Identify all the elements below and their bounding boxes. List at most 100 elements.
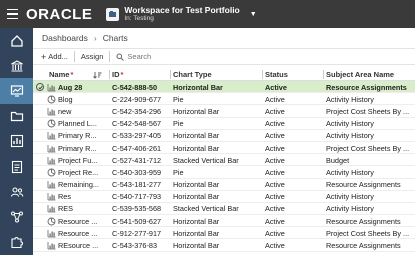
bar-chart-icon: [47, 180, 56, 189]
table-row[interactable]: Project Fu... C-527-431-712 Stacked Vertic…: [33, 154, 415, 167]
column-header-chart-type[interactable]: Chart Type: [173, 68, 212, 81]
table-row[interactable]: Planned L... C-542-548-567 Pie Active Activi…: [33, 118, 415, 130]
cell-name[interactable]: Blog: [47, 93, 109, 105]
cell-chart-type: Stacked Vertical Bar: [173, 155, 239, 165]
cell-name[interactable]: Primary R...: [47, 130, 109, 142]
users-icon[interactable]: [0, 179, 33, 204]
cell-name[interactable]: RES: [47, 203, 109, 215]
column-header-status[interactable]: Status: [265, 68, 288, 81]
table-body: Aug 28 C-542-888-50 Horizontal Bar Active Re…: [33, 81, 415, 252]
table-row[interactable]: Resource ... C-912-277-917 Horizontal Bar A…: [33, 227, 415, 240]
row-check-area[interactable]: [33, 166, 47, 178]
cell-name[interactable]: Remaining...: [47, 179, 109, 191]
breadcrumb: Dashboards › Charts: [33, 28, 415, 48]
column-header-subject-area[interactable]: Subject Area Name: [326, 68, 394, 81]
cell-subject-area: Project Cost Sheets By ...: [326, 106, 410, 116]
table-row[interactable]: Res C-540-717-793 Horizontal Bar Active Acti…: [33, 191, 415, 203]
table-row[interactable]: Resource ... C-541-509-627 Horizontal Bar A…: [33, 215, 415, 228]
row-check-area[interactable]: [33, 227, 47, 239]
cell-name-text: new: [58, 106, 72, 116]
table-row[interactable]: Aug 28 C-542-888-50 Horizontal Bar Active Re…: [33, 81, 415, 94]
cell-name[interactable]: REsource ...: [47, 239, 109, 251]
toolbar-divider: [109, 51, 111, 62]
cell-chart-type: Horizontal Bar: [173, 216, 220, 226]
row-check-area[interactable]: [33, 118, 47, 130]
breadcrumb-dashboards[interactable]: Dashboards: [42, 33, 88, 43]
table-row[interactable]: new C-542-354-296 Horizontal Bar Active Proj…: [33, 105, 415, 118]
cell-name[interactable]: Primary R...: [47, 142, 109, 154]
analytics-icon[interactable]: [0, 129, 33, 154]
table-row[interactable]: Primary R... C-547-406-261 Horizontal Bar A…: [33, 142, 415, 155]
cell-chart-type: Horizontal Bar: [173, 143, 220, 153]
row-check-area[interactable]: [33, 179, 47, 191]
row-check-area[interactable]: [33, 203, 47, 215]
row-check-area[interactable]: [33, 105, 47, 117]
cell-subject-area: Resource Assignments: [326, 216, 401, 226]
puzzle-icon[interactable]: [0, 230, 33, 255]
table-row[interactable]: REsource ... C-543-376-83 Horizontal Bar Ac…: [33, 239, 415, 252]
row-check-area[interactable]: [33, 154, 47, 166]
oracle-logo: ORACLE: [26, 5, 93, 23]
bank-icon[interactable]: [0, 53, 33, 78]
table-row[interactable]: Project Re... C-540-303-959 Pie Active Activ…: [33, 166, 415, 179]
bar-chart-icon: [47, 83, 56, 92]
cell-name[interactable]: Resource ...: [47, 227, 109, 239]
cell-name[interactable]: new: [47, 105, 109, 117]
cell-name[interactable]: Aug 28: [47, 81, 109, 93]
cell-id: C-540-717-793: [112, 192, 162, 202]
row-check-area[interactable]: [33, 142, 47, 154]
home-icon[interactable]: [0, 28, 33, 53]
cell-id: C-533-297-405: [112, 131, 162, 141]
cell-chart-type: Horizontal Bar: [173, 192, 220, 202]
table-row[interactable]: Primary R... C-533-297-405 Horizontal Bar A…: [33, 130, 415, 142]
column-header-name[interactable]: Name *: [49, 68, 73, 81]
cell-status: Active: [265, 143, 285, 153]
cell-subject-area: Resource Assignments: [326, 241, 401, 251]
cell-name[interactable]: Res: [47, 191, 109, 203]
cell-id: C-224-909-677: [112, 94, 162, 104]
bar-chart-icon: [47, 131, 56, 140]
row-check-area[interactable]: [33, 93, 47, 105]
table-row[interactable]: RES C-539-535-568 Stacked Vertical Bar Acti…: [33, 203, 415, 216]
column-divider[interactable]: [262, 70, 263, 79]
assign-button[interactable]: Assign: [77, 48, 108, 65]
cell-name[interactable]: Planned L...: [47, 118, 109, 130]
workspace-title: Workspace for Test Portfolio: [124, 4, 240, 15]
row-check-area[interactable]: [33, 239, 47, 251]
cell-name[interactable]: Project Fu...: [47, 154, 109, 166]
hamburger-menu-icon[interactable]: [0, 0, 24, 28]
row-check-area[interactable]: [33, 191, 47, 203]
cell-id: C-540-303-959: [112, 167, 162, 177]
cell-name[interactable]: Resource ...: [47, 215, 109, 227]
column-divider[interactable]: [170, 70, 171, 79]
add-label: Add...: [48, 52, 68, 61]
row-check-area[interactable]: [33, 215, 47, 227]
add-button[interactable]: + Add...: [37, 48, 72, 65]
folder-icon[interactable]: [0, 104, 33, 129]
left-navigation: [0, 28, 33, 255]
workspace-dropdown-icon[interactable]: ▼: [250, 11, 257, 18]
reports-icon[interactable]: [0, 154, 33, 179]
network-icon[interactable]: [0, 204, 33, 229]
bar-chart-icon: [47, 204, 56, 213]
column-divider[interactable]: [109, 70, 110, 79]
cell-name-text: Blog: [58, 94, 73, 104]
pie-chart-icon: [47, 95, 56, 104]
column-divider[interactable]: [323, 70, 324, 79]
row-check-icon[interactable]: [33, 81, 47, 93]
table-row[interactable]: Remaining... C-543-181-277 Horizontal Bar A…: [33, 179, 415, 191]
table-row[interactable]: Blog C-224-909-677 Pie Active Activity Histo…: [33, 93, 415, 106]
search-input[interactable]: Search: [112, 52, 151, 61]
cell-id: C-543-376-83: [112, 241, 158, 251]
pie-chart-icon: [47, 217, 56, 226]
cell-name[interactable]: Project Re...: [47, 166, 109, 178]
column-header-id[interactable]: ID *: [112, 68, 123, 81]
cell-status: Active: [265, 180, 285, 190]
dashboard-icon[interactable]: [0, 78, 33, 104]
cell-id: C-542-354-296: [112, 106, 162, 116]
workspace-selector[interactable]: Workspace for Test Portfolio In: Testing: [124, 4, 240, 22]
sort-icon[interactable]: [93, 68, 102, 81]
row-check-area[interactable]: [33, 130, 47, 142]
cell-id: C-543-181-277: [112, 180, 162, 190]
bar-chart-icon: [47, 107, 56, 116]
